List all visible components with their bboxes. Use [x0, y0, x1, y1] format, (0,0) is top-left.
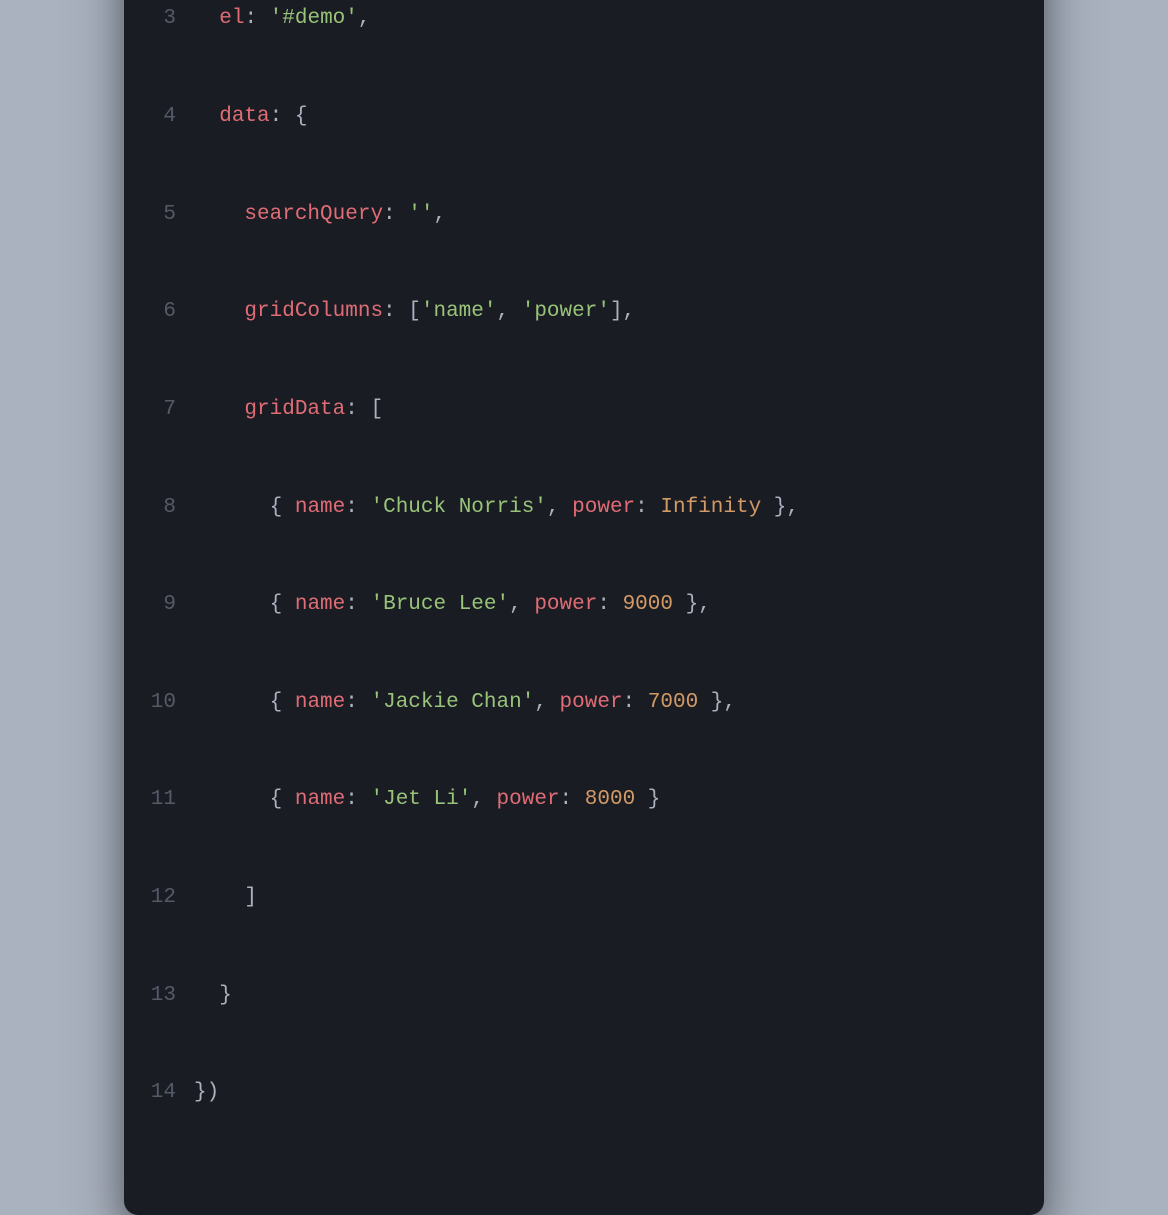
prop-searchquery: searchQuery — [244, 203, 383, 226]
line-number: 14 — [124, 1077, 194, 1110]
line-number: 12 — [124, 882, 194, 915]
row1-power: Infinity — [660, 496, 761, 519]
row3-power: 7000 — [648, 691, 698, 714]
string-empty: '' — [408, 203, 433, 226]
code-line: 4 data: { — [124, 101, 1004, 134]
row2-name: 'Bruce Lee' — [370, 593, 509, 616]
prop-el: el — [219, 7, 244, 30]
row1-name: 'Chuck Norris' — [370, 496, 546, 519]
code-line: 10 { name: 'Jackie Chan', power: 7000 }, — [124, 687, 1004, 720]
prop-gridcolumns: gridColumns — [244, 300, 383, 323]
row-name-key: name — [295, 496, 345, 519]
line-number: 10 — [124, 687, 194, 720]
prop-data: data — [219, 105, 269, 128]
line-number: 3 — [124, 3, 194, 36]
row-name-key: name — [295, 593, 345, 616]
string-el: '#demo' — [270, 7, 358, 30]
row-power-key: power — [497, 788, 560, 811]
code-line: 6 gridColumns: ['name', 'power'], — [124, 296, 1004, 329]
code-line: 12 ] — [124, 882, 1004, 915]
string-name: 'name' — [421, 300, 497, 323]
row-name-key: name — [295, 691, 345, 714]
code-line: 13 } — [124, 980, 1004, 1013]
line-number: 4 — [124, 101, 194, 134]
bracket-close: ] — [244, 886, 257, 909]
row4-power: 8000 — [585, 788, 635, 811]
code-line: 3 el: '#demo', — [124, 3, 1004, 36]
line-number: 11 — [124, 784, 194, 817]
line-number: 8 — [124, 492, 194, 525]
row2-power: 9000 — [623, 593, 673, 616]
line-number: 5 — [124, 199, 194, 232]
code-line: 8 { name: 'Chuck Norris', power: Infinit… — [124, 492, 1004, 525]
row-power-key: power — [560, 691, 623, 714]
line-number: 7 — [124, 394, 194, 427]
code-line: 5 searchQuery: '', — [124, 199, 1004, 232]
line-number: 9 — [124, 589, 194, 622]
row4-name: 'Jet Li' — [370, 788, 471, 811]
line-number: 13 — [124, 980, 194, 1013]
brace-close: } — [219, 984, 232, 1007]
code-window: 1 // src/core/instance/index.js 2 var de… — [124, 0, 1044, 1215]
row3-name: 'Jackie Chan' — [370, 691, 534, 714]
code-line: 11 { name: 'Jet Li', power: 8000 } — [124, 784, 1004, 817]
prop-griddata: gridData — [244, 398, 345, 421]
code-line: 7 gridData: [ — [124, 394, 1004, 427]
code-line: 14 }) — [124, 1077, 1004, 1110]
code-editor[interactable]: 1 // src/core/instance/index.js 2 var de… — [124, 0, 1044, 1175]
code-line: 9 { name: 'Bruce Lee', power: 9000 }, — [124, 589, 1004, 622]
row-power-key: power — [534, 593, 597, 616]
row-power-key: power — [572, 496, 635, 519]
row-name-key: name — [295, 788, 345, 811]
string-power: 'power' — [522, 300, 610, 323]
paren-close: }) — [194, 1081, 219, 1104]
line-number: 6 — [124, 296, 194, 329]
